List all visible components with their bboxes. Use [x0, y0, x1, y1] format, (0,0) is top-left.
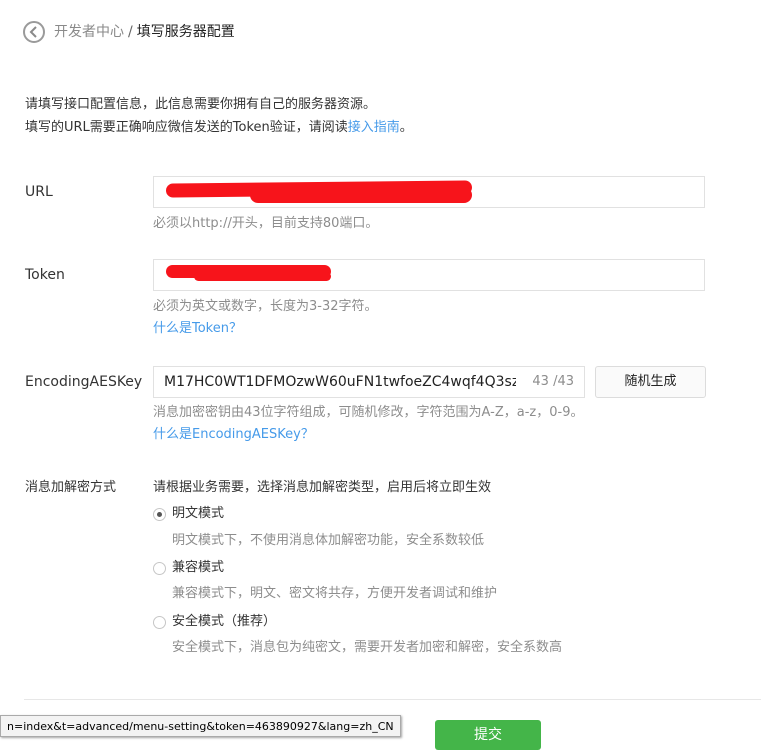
radio-compatible-mode[interactable]: 兼容模式	[153, 559, 224, 577]
token-help-link[interactable]: 什么是Token？	[153, 320, 242, 338]
radio-plaintext-mode[interactable]: 明文模式	[153, 505, 224, 523]
submit-button[interactable]: 提交	[435, 720, 541, 750]
radio-indicator[interactable]	[153, 507, 166, 521]
radio-description: 明文模式下，不使用消息体加解密功能，安全系数较低	[172, 533, 485, 548]
aes-char-counter: 43 /43	[532, 374, 574, 389]
aes-value: M17HC0WT1DFMOzwW60uFN1twfoeZC4wqf4Q3szl	[164, 374, 516, 390]
url-label: URL	[25, 184, 53, 200]
chevron-left-icon	[29, 26, 37, 38]
generate-key-button[interactable]: 随机生成	[595, 366, 706, 398]
aes-label: EncodingAESKey	[25, 374, 143, 390]
intro-text: 请填写接口配置信息，此信息需要你拥有自己的服务器资源。 填写的URL需要正确响应…	[25, 93, 413, 139]
back-button[interactable]	[23, 21, 45, 43]
radio-label: 明文模式	[172, 506, 225, 521]
intro-line-2: 填写的URL需要正确响应微信发送的Token验证，请阅读接入指南。	[25, 116, 413, 139]
status-bar-url: n=index&t=advanced/menu-setting&token=46…	[0, 715, 401, 737]
footer-divider	[24, 699, 761, 700]
radio-secure-mode[interactable]: 安全模式（推荐）	[153, 613, 276, 631]
intro-line-1: 请填写接口配置信息，此信息需要你拥有自己的服务器资源。	[25, 97, 377, 112]
page-title: 填写服务器配置	[136, 24, 235, 40]
aes-input[interactable]: M17HC0WT1DFMOzwW60uFN1twfoeZC4wqf4Q3szl …	[153, 366, 585, 398]
token-input[interactable]	[153, 259, 705, 291]
token-label: Token	[25, 267, 65, 283]
redaction-mark	[194, 272, 331, 281]
access-guide-link[interactable]: 接入指南	[348, 120, 400, 135]
intro-line-2-end: 。	[399, 120, 413, 135]
intro-line-2-text: 填写的URL需要正确响应微信发送的Token验证，请阅读	[25, 120, 348, 135]
redaction-mark	[250, 187, 472, 203]
breadcrumb-back-link[interactable]: 开发者中心	[54, 24, 124, 40]
radio-label: 安全模式（推荐）	[172, 614, 277, 629]
radio-description: 安全模式下，消息包为纯密文，需要开发者加密和解密，安全系数高	[172, 640, 563, 655]
token-hint: 必须为英文或数字，长度为3-32字符。	[153, 299, 378, 314]
aes-hint: 消息加密密钥由43位字符组成，可随机修改，字符范围为A-Z，a-z，0-9。	[153, 405, 584, 420]
breadcrumb-separator: /	[128, 24, 133, 40]
breadcrumb: 开发者中心 / 填写服务器配置	[54, 22, 235, 42]
encryption-description: 请根据业务需要，选择消息加解密类型，启用后将立即生效	[153, 480, 492, 495]
radio-label: 兼容模式	[172, 560, 225, 575]
radio-description: 兼容模式下，明文、密文将共存，方便开发者调试和维护	[172, 586, 498, 601]
url-input[interactable]	[153, 176, 705, 208]
url-hint: 必须以http://开头，目前支持80端口。	[153, 216, 379, 231]
radio-indicator[interactable]	[153, 561, 166, 575]
aes-help-link[interactable]: 什么是EncodingAESKey？	[153, 426, 314, 444]
encryption-label: 消息加解密方式	[25, 480, 117, 495]
radio-indicator[interactable]	[153, 615, 166, 629]
